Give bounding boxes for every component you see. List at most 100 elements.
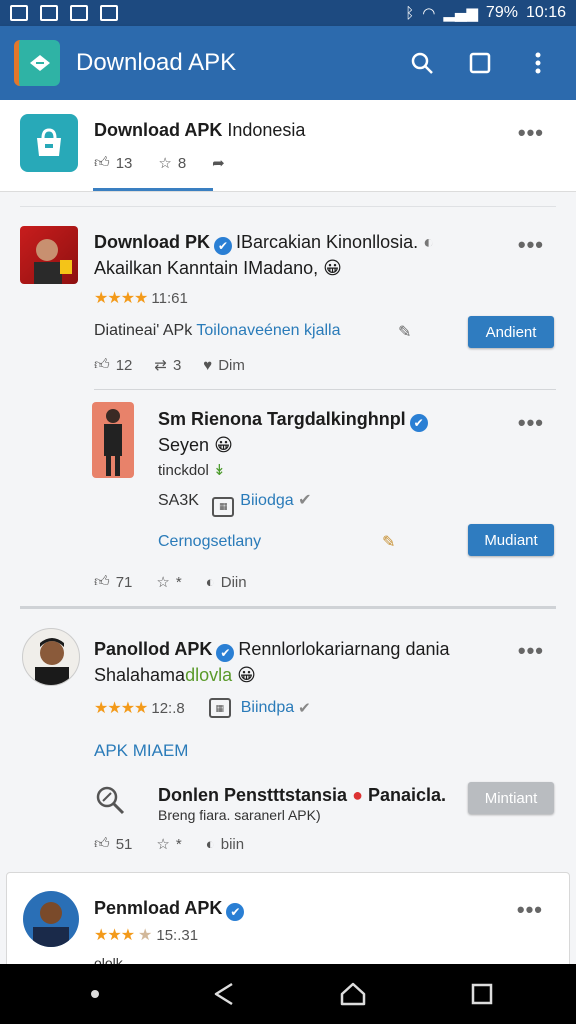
status-bar: ᛒ ◠ ▂▄▆ 79% 10:16: [0, 0, 576, 26]
avatar[interactable]: [22, 628, 80, 686]
post-1-action-button[interactable]: Andient: [468, 316, 554, 348]
post-1-description: Diatineai' APk Toilonaveénen kjalla: [94, 322, 341, 339]
nav-recents-button[interactable]: [462, 974, 502, 1014]
rating-stars-icon: ★★★: [94, 927, 135, 944]
post-3-subtitle: Donlen Penstttstansia ● Panaicla.: [158, 785, 446, 805]
post-1-repost-button[interactable]: ⇄ 3: [154, 356, 181, 375]
heart-icon: ◐: [205, 573, 215, 591]
overflow-menu-button[interactable]: [524, 49, 552, 77]
thumbs-up-icon: 👍︎: [94, 154, 110, 171]
thumbs-up-icon: 👍︎: [94, 356, 110, 373]
repost-icon: ⇄: [154, 357, 167, 374]
star-outline-icon: ☆: [156, 574, 170, 591]
emoji-icon: 😀: [237, 665, 256, 685]
verified-icon: ✔: [226, 903, 245, 921]
reply-divider: [94, 389, 556, 390]
emoji-icon: 😀: [323, 258, 342, 278]
app-logo-icon: [14, 40, 60, 86]
post-4: Penmload APK ✔ ••• ★★★ ★ 15:.31 ololk: [6, 872, 570, 968]
search-icon: [411, 52, 433, 74]
tabs-button[interactable]: [466, 49, 494, 77]
section-divider: [20, 206, 556, 207]
battery-level: 79%: [485, 4, 518, 21]
post-2-title: Sm Rienona Targdalkinghnpl ✔ Seyen 😀: [158, 406, 488, 458]
check-circle-icon: ✔: [298, 492, 312, 509]
check-circle-icon: ✔: [298, 700, 311, 717]
more-vert-icon: [535, 52, 541, 74]
edit-pen-icon: ✎: [382, 534, 396, 551]
post-3-react-button[interactable]: ◐ biin: [206, 836, 244, 853]
dot-icon: [90, 990, 99, 998]
avatar[interactable]: [20, 226, 78, 284]
post-3-more-button[interactable]: •••: [518, 640, 544, 662]
header-star-button[interactable]: ☆ 8: [158, 154, 186, 173]
post-1-title: Download PK ✔ IBarcakian Kinonllosia. ◐ Ak…: [94, 232, 434, 278]
post-4-more-button[interactable]: •••: [517, 899, 543, 921]
recents-icon: [471, 983, 492, 1005]
verified-icon: ✔: [216, 644, 235, 662]
nav-home-button[interactable]: [333, 974, 373, 1014]
star-outline-icon: ☆: [158, 155, 172, 172]
verified-icon: ✔: [409, 414, 428, 432]
shield-icon: ◐: [423, 232, 434, 252]
post-3-title: Panollod APK ✔ Rennlorlokariarnang dania S…: [94, 639, 450, 685]
post-2-meta: SA3K ▦ Biiodga ✔: [158, 490, 312, 517]
square-icon: [469, 52, 491, 74]
post-3-like-button[interactable]: 👍︎ 51: [94, 835, 132, 853]
search-button[interactable]: [408, 49, 436, 77]
post-1-like-button[interactable]: 👍︎ 12: [94, 356, 132, 374]
header-like-button[interactable]: 👍︎ 13: [94, 154, 132, 172]
thumbs-up-icon: 👍︎: [94, 835, 110, 852]
back-icon: [214, 982, 233, 1006]
post-4-rating: ★★★ ★ 15:.31: [94, 926, 199, 945]
heart-icon: ◐: [205, 835, 215, 853]
post-3-section-label[interactable]: APK MIAEM: [94, 741, 188, 761]
clock: 10:16: [525, 4, 566, 21]
thumbs-up-icon: 👍︎: [94, 573, 110, 590]
bluetooth-icon: ᛒ: [405, 4, 415, 22]
emoji-icon: 😀: [214, 435, 233, 455]
notification-square-icon: [40, 5, 58, 21]
section-divider: [20, 606, 556, 609]
star-outline-icon: ☆: [156, 836, 170, 853]
notification-n-icon: [10, 5, 28, 21]
post-3-star-button[interactable]: ☆ *: [156, 835, 181, 854]
store-bag-icon: [20, 114, 78, 172]
post-2-react-button[interactable]: ◐ Diin: [206, 574, 247, 591]
post-1-more-button[interactable]: •••: [518, 234, 544, 256]
rating-stars-icon: ★★★★: [94, 700, 148, 717]
post-1-rating: ★★★★ 11:61: [94, 289, 188, 308]
post-2-star-button[interactable]: ☆ *: [156, 573, 181, 592]
search-magnifier-icon: [94, 784, 126, 821]
calendar-badge-icon: ▦: [208, 698, 231, 718]
post-3-sub-description: Breng fiara. saranerl APK): [158, 807, 321, 823]
home-icon: [340, 982, 365, 1006]
fire-emoji-icon: ●: [352, 785, 363, 805]
nav-dot-button[interactable]: [75, 974, 115, 1014]
post-2-action-button[interactable]: Mudiant: [468, 524, 554, 556]
header-card[interactable]: Download APK Indonesia ••• 👍︎ 13 ☆ 8 ➦: [0, 100, 576, 192]
nav-back-button[interactable]: [204, 974, 244, 1014]
avatar[interactable]: [23, 891, 79, 947]
post-4-title: Penmload APK ✔: [94, 895, 248, 921]
notification-mail-icon: [100, 5, 118, 21]
signal-icon: ▂▄▆: [443, 4, 478, 22]
post-2-like-button[interactable]: 👍︎ 71: [94, 573, 132, 591]
calendar-badge-icon: ▦: [212, 496, 235, 517]
screen: ᛒ ◠ ▂▄▆ 79% 10:16 Download APK Download …: [0, 0, 576, 1024]
post-3-action-button[interactable]: Mintiant: [468, 782, 554, 814]
post-1-react-button[interactable]: ♥ Dim: [203, 357, 245, 374]
sprout-icon: ↡: [213, 462, 226, 479]
post-2-link[interactable]: Cernogsetlany: [158, 533, 261, 551]
tab-indicator: [93, 188, 213, 191]
edit-pen-icon: ✎: [398, 324, 412, 341]
verified-icon: ✔: [214, 237, 232, 255]
app-bar: Download APK: [0, 26, 576, 100]
system-nav-bar: [0, 964, 576, 1024]
avatar[interactable]: [92, 402, 134, 478]
header-share-button[interactable]: ➦: [212, 154, 225, 172]
post-1-link[interactable]: Toilonaveénen kjalla: [196, 322, 340, 339]
post-2-more-button[interactable]: •••: [518, 412, 544, 434]
header-more-button[interactable]: •••: [518, 122, 544, 144]
post-2-tag: tinckdol ↡: [158, 462, 226, 479]
